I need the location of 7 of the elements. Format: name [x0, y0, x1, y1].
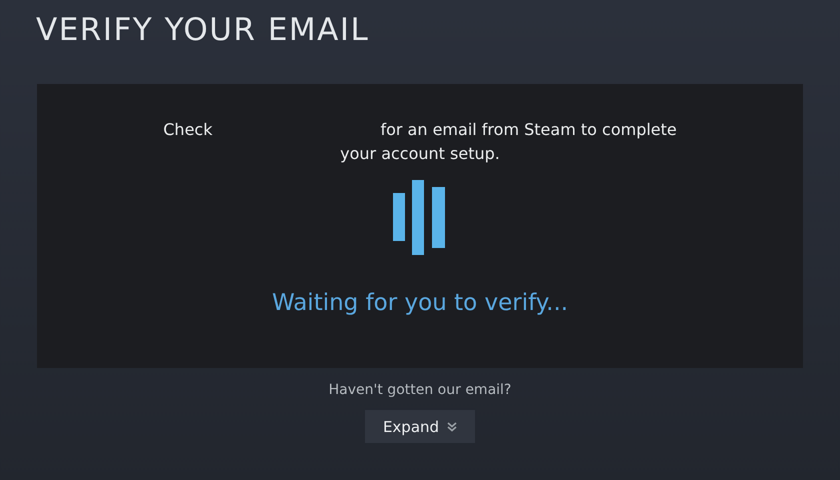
expand-button[interactable]: Expand [365, 410, 475, 443]
status-text: Waiting for you to verify... [272, 290, 568, 316]
double-chevron-icon [447, 422, 458, 432]
page-title: VERIFY YOUR EMAIL [36, 12, 370, 50]
help-text: Haven't gotten our email? [328, 382, 512, 398]
instruction-text: Check for an email from Steam to complete your account setup. [162, 119, 678, 165]
loading-bars-icon [393, 180, 447, 256]
